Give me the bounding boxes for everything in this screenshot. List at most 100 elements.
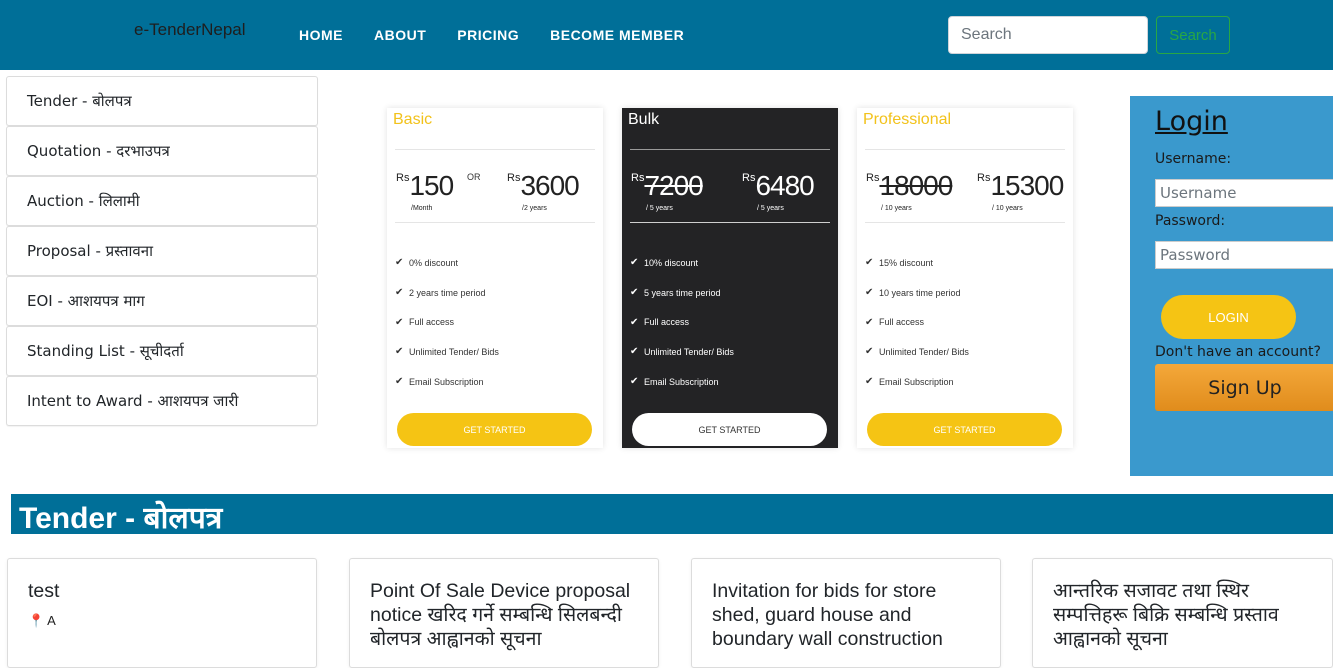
price-period: /2 years: [522, 205, 547, 212]
pricing-card-basic: Basic Rs150 /Month OR Rs3600 /2 years ✔ 0…: [387, 108, 603, 448]
tender-title[interactable]: आन्तरिक सजावट तथा स्थिर सम्पत्तिहरू बिक्…: [1053, 579, 1312, 651]
divider: [395, 222, 595, 223]
feature-item: ✔ Unlimited Tender/ Bids: [865, 346, 969, 358]
divider: [865, 222, 1065, 223]
check-icon: ✔: [395, 316, 404, 328]
sidebar-item-auction[interactable]: Auction - लिलामी: [6, 176, 318, 226]
tender-title[interactable]: Invitation for bids for store shed, guar…: [712, 579, 980, 651]
divider: [630, 149, 830, 150]
check-icon: ✔: [865, 257, 874, 269]
price-value: 18000: [879, 170, 953, 201]
sidebar-item-quotation[interactable]: Quotation - दरभाउपत्र: [6, 126, 318, 176]
login-title: Login: [1155, 106, 1228, 137]
plan-name: Basic: [393, 111, 433, 128]
tender-title[interactable]: test: [28, 579, 296, 603]
feature-item: ✔ 15% discount: [865, 257, 934, 269]
plan-price-monthly: Rs150 /Month: [396, 170, 454, 212]
nav-links: HOME ABOUT PRICING BECOME MEMBER: [299, 27, 684, 43]
check-icon: ✔: [630, 346, 639, 358]
price-period: / 5 years: [646, 205, 673, 212]
pricing-card-bulk: Bulk Rs7200 / 5 years Rs6480 / 5 years ✔…: [622, 108, 838, 448]
feature-item: ✔ 10 years time period: [865, 287, 961, 299]
feature-item: ✔ 2 years time period: [395, 287, 486, 299]
check-icon: ✔: [395, 257, 404, 269]
password-input[interactable]: [1155, 241, 1333, 269]
no-account-text: Don't have an account?: [1155, 344, 1321, 360]
feature-list: ✔ 0% discount ✔ 2 years time period ✔ Full …: [395, 248, 499, 396]
currency-label: Rs: [631, 172, 645, 184]
username-label: Username:: [1155, 151, 1232, 167]
check-icon: ✔: [630, 287, 639, 299]
get-started-button[interactable]: GET STARTED: [632, 413, 827, 446]
sidebar-item-eoi[interactable]: EOI - आशयपत्र माग: [6, 276, 318, 326]
nav-become-member-link[interactable]: BECOME MEMBER: [550, 27, 684, 43]
price-period: / 10 years: [881, 205, 912, 212]
section-title: Tender - बोलपत्र: [19, 502, 223, 535]
price-value: 3600: [520, 170, 579, 201]
tender-card[interactable]: Point Of Sale Device proposal notice खरि…: [349, 558, 659, 668]
tender-location-text: A: [47, 613, 56, 628]
username-input[interactable]: [1155, 179, 1333, 207]
login-panel: Login Username: Password: LOGIN Don't ha…: [1130, 96, 1333, 476]
feature-list: ✔ 10% discount ✔ 5 years time period ✔ Full…: [630, 248, 734, 396]
price-period: / 10 years: [992, 205, 1023, 212]
get-started-button[interactable]: GET STARTED: [397, 413, 592, 446]
search-input[interactable]: [948, 16, 1148, 54]
feature-item: ✔ Email Subscription: [395, 376, 484, 388]
search-button[interactable]: Search: [1156, 16, 1230, 54]
price-period: / 5 years: [757, 205, 784, 212]
price-value: 15300: [990, 170, 1064, 201]
price-value: 7200: [644, 170, 703, 201]
tender-card[interactable]: Invitation for bids for store shed, guar…: [691, 558, 1001, 668]
sidebar-item-proposal[interactable]: Proposal - प्रस्तावना: [6, 226, 318, 276]
nav-pricing-link[interactable]: PRICING: [457, 27, 519, 43]
top-navbar: e-TenderNepal HOME ABOUT PRICING BECOME …: [0, 0, 1333, 70]
divider: [395, 149, 595, 150]
currency-label: Rs: [866, 172, 880, 184]
plan-price-total: Rs3600 /2 years: [507, 170, 580, 212]
section-header: Tender - बोलपत्र: [6, 494, 1333, 535]
nav-about-link[interactable]: ABOUT: [374, 27, 426, 43]
get-started-button[interactable]: GET STARTED: [867, 413, 1062, 446]
plan-price-original: Rs18000 / 10 years: [866, 170, 953, 212]
check-icon: ✔: [395, 346, 404, 358]
currency-label: Rs: [977, 172, 991, 184]
currency-label: Rs: [396, 172, 410, 184]
feature-item: ✔ Unlimited Tender/ Bids: [395, 346, 499, 358]
brand-logo[interactable]: e-TenderNepal: [134, 20, 246, 40]
feature-item: ✔ Email Subscription: [630, 376, 719, 388]
feature-item: ✔ Unlimited Tender/ Bids: [630, 346, 734, 358]
feature-item: ✔ 5 years time period: [630, 287, 721, 299]
check-icon: ✔: [865, 287, 874, 299]
tender-title[interactable]: Point Of Sale Device proposal notice खरि…: [370, 579, 638, 651]
map-marker-icon: 📍: [28, 613, 45, 628]
login-button[interactable]: LOGIN: [1161, 295, 1296, 339]
check-icon: ✔: [630, 376, 639, 388]
plan-name: Professional: [863, 111, 952, 128]
check-icon: ✔: [865, 346, 874, 358]
check-icon: ✔: [865, 316, 874, 328]
check-icon: ✔: [865, 376, 874, 388]
plan-name: Bulk: [628, 111, 660, 128]
check-icon: ✔: [630, 316, 639, 328]
feature-item: ✔ 0% discount: [395, 257, 459, 269]
sidebar-item-standing-list[interactable]: Standing List - सूचीदर्ता: [6, 326, 318, 376]
price-value: 150: [409, 170, 454, 201]
price-value: 6480: [755, 170, 814, 201]
tender-card[interactable]: आन्तरिक सजावट तथा स्थिर सम्पत्तिहरू बिक्…: [1032, 558, 1333, 668]
price-period: /Month: [411, 205, 433, 212]
sidebar-item-tender[interactable]: Tender - बोलपत्र: [6, 76, 318, 126]
check-icon: ✔: [630, 257, 639, 269]
signup-button[interactable]: Sign Up: [1155, 364, 1333, 411]
nav-home-link[interactable]: HOME: [299, 27, 343, 43]
divider: [630, 222, 830, 223]
pricing-card-professional: Professional Rs18000 / 10 years Rs15300 …: [857, 108, 1073, 448]
tender-card[interactable]: test 📍 A: [7, 558, 317, 668]
category-sidebar: Tender - बोलपत्र Quotation - दरभाउपत्र A…: [6, 76, 318, 426]
feature-list: ✔ 15% discount ✔ 10 years time period ✔ Ful…: [865, 248, 969, 396]
or-label: OR: [467, 172, 481, 182]
password-label: Password:: [1155, 213, 1226, 229]
check-icon: ✔: [395, 287, 404, 299]
sidebar-item-intent-to-award[interactable]: Intent to Award - आशयपत्र जारी: [6, 376, 318, 426]
feature-item: ✔ Email Subscription: [865, 376, 954, 388]
